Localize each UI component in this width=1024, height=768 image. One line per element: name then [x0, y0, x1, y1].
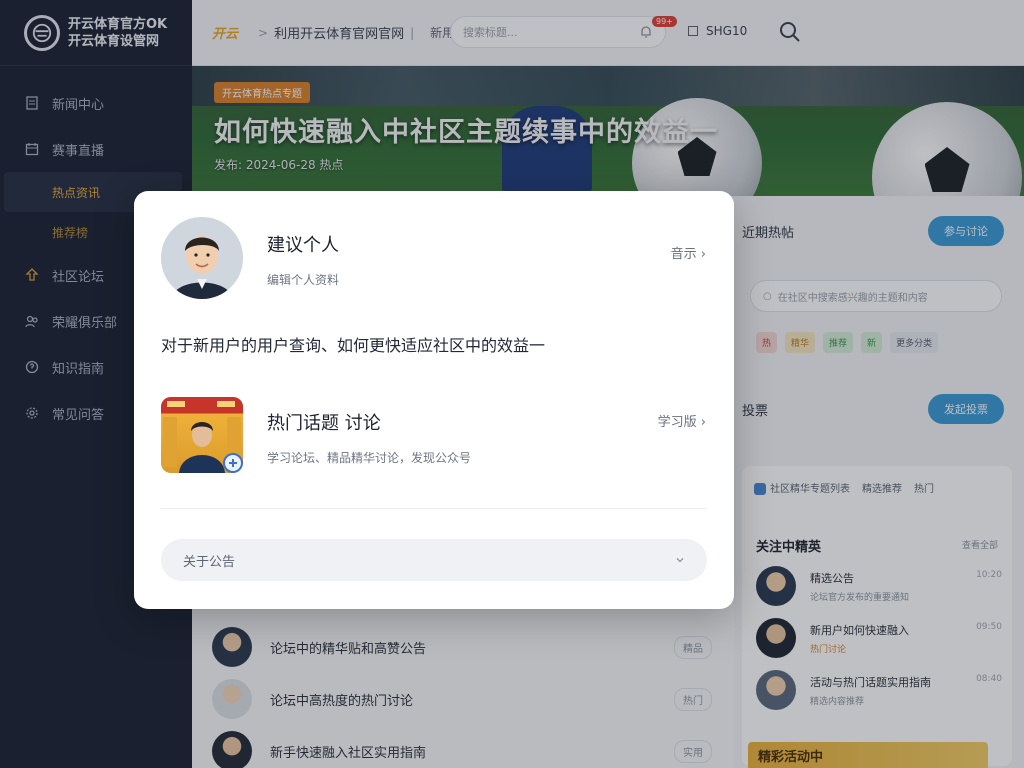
- select-value: 关于公告: [183, 554, 236, 570]
- topic-image: [161, 397, 243, 473]
- divider: [161, 508, 707, 509]
- avatar-image: [161, 217, 243, 299]
- announcement-select[interactable]: 关于公告: [161, 539, 707, 581]
- profile-name: 建议个人: [267, 235, 339, 256]
- user-avatar[interactable]: [161, 217, 243, 299]
- profile-hint-link[interactable]: 音示 ›: [671, 243, 706, 262]
- profile-modal: 建议个人 编辑个人资料 音示 › 对于新用户的用户查询、如何更快适应社区中的效益…: [134, 191, 734, 609]
- chevron-down-icon: [676, 558, 684, 563]
- edit-profile-link[interactable]: 编辑个人资料: [267, 271, 339, 288]
- topic-title[interactable]: 热门话题 讨论: [267, 409, 381, 435]
- topic-hint-link[interactable]: 学习版 ›: [658, 411, 706, 430]
- topic-thumbnail[interactable]: [161, 397, 243, 473]
- profile-description: 对于新用户的用户查询、如何更快适应社区中的效益一: [161, 336, 546, 355]
- topic-subtitle: 学习论坛、精品精华讨论，发现公众号: [267, 451, 472, 465]
